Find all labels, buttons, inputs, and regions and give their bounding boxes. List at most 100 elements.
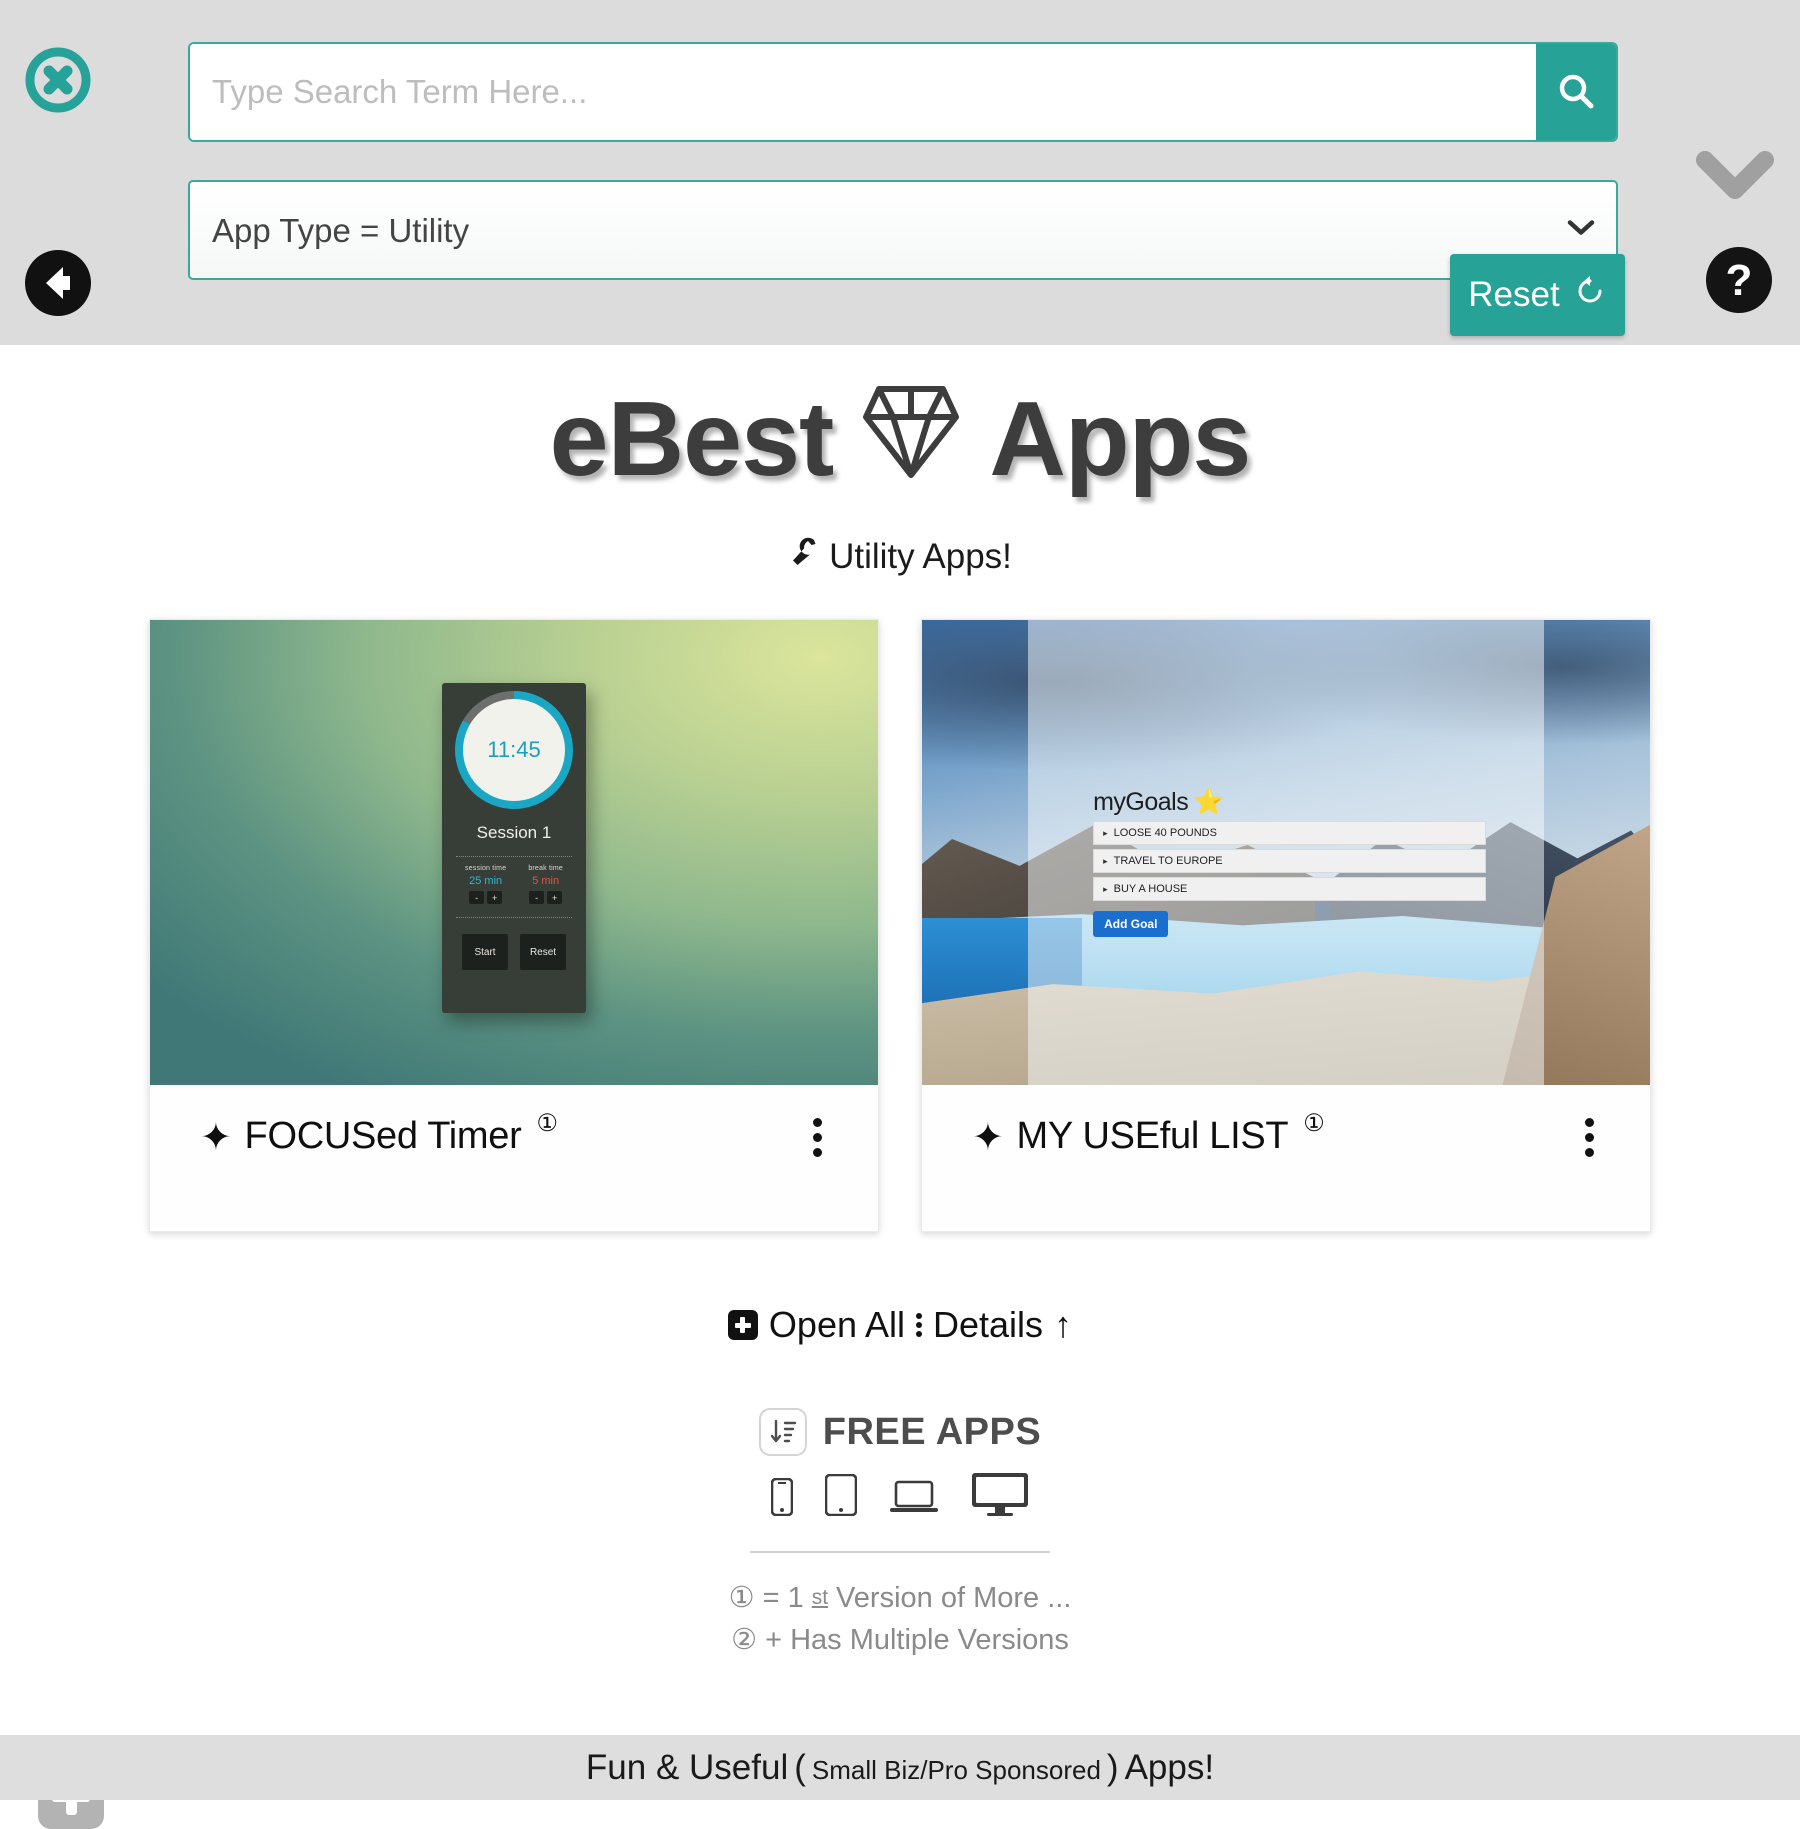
- timer-time: 11:45: [463, 699, 565, 802]
- goal-item: BUY A HOUSE: [1093, 876, 1487, 901]
- brand-title-left: eBest: [549, 380, 835, 498]
- sort-descending-icon[interactable]: [758, 1408, 807, 1457]
- app-title-text: MY USEful LIST: [1016, 1114, 1289, 1157]
- break-time-value: 5 min: [532, 875, 560, 888]
- category-subtitle-text: Utility Apps!: [829, 536, 1012, 576]
- legend-number: 1: [787, 1582, 804, 1615]
- break-time-label: break time: [528, 865, 563, 873]
- timer-reset-button: Reset: [520, 934, 566, 971]
- category-subtitle: Utility Apps!: [0, 536, 1800, 577]
- app-card-list: 11:45 Session 1 session time 25 min - +: [0, 619, 1800, 1233]
- legend-ordinal-suffix: st: [811, 1586, 829, 1610]
- session-time-value: 25 min: [469, 875, 503, 888]
- legend-text-1: Version of More ...: [836, 1582, 1072, 1615]
- search-button[interactable]: [1536, 44, 1616, 140]
- plus-square-icon[interactable]: [727, 1310, 758, 1341]
- legend-text-2: + Has Multiple Versions: [765, 1624, 1069, 1657]
- app-preview-image: 11:45 Session 1 session time 25 min - +: [150, 620, 878, 1086]
- app-preview-image: myGoals ⭐ LOOSE 40 POUNDS TRAVEL TO EURO…: [922, 620, 1650, 1086]
- version-badge: ①: [536, 1109, 558, 1137]
- legend-line-2: ② + Has Multiple Versions: [0, 1619, 1800, 1661]
- wrench-icon: [788, 536, 820, 577]
- add-goal-button: Add Goal: [1093, 910, 1169, 937]
- question-mark-icon[interactable]: ?: [1706, 247, 1772, 313]
- session-minus-button: -: [469, 891, 485, 905]
- close-circle-icon[interactable]: [25, 47, 91, 113]
- page-title: eBest Apps: [0, 377, 1800, 502]
- back-arrow-icon[interactable]: [25, 250, 91, 316]
- goals-widget-preview: myGoals ⭐ LOOSE 40 POUNDS TRAVEL TO EURO…: [1093, 788, 1487, 937]
- timer-session-label: Session 1: [476, 823, 552, 843]
- version-legend: ① = 1 st Version of More ... ② + Has Mul…: [0, 1577, 1800, 1661]
- brand-title-right: Apps: [989, 380, 1251, 498]
- session-time-steppers: - +: [465, 891, 506, 905]
- star-icon: ⭐: [1193, 787, 1224, 816]
- open-all-button[interactable]: Open All: [769, 1304, 905, 1346]
- legend-equals: =: [762, 1582, 780, 1615]
- goal-item: TRAVEL TO EUROPE: [1093, 848, 1487, 873]
- refresh-icon: [1573, 274, 1607, 317]
- app-card-footer: ✦ FOCUSed Timer ①: [150, 1085, 878, 1232]
- divider: [455, 917, 573, 919]
- kebab-menu-icon: [916, 1313, 923, 1338]
- break-time-steppers: - +: [528, 891, 563, 905]
- footer-part-2: Apps!: [1124, 1747, 1215, 1787]
- free-apps-label: FREE APPS: [822, 1410, 1042, 1453]
- break-minus-button: -: [529, 891, 545, 905]
- app-title: ✦ MY USEful LIST ①: [972, 1110, 1325, 1160]
- legend-mark-2: ②: [731, 1624, 758, 1657]
- app-title-text: FOCUSed Timer: [244, 1114, 522, 1157]
- session-time-label: session time: [465, 865, 507, 873]
- footer-part-1: Fun & Useful: [585, 1747, 789, 1787]
- reset-button[interactable]: Reset: [1450, 254, 1625, 336]
- up-arrow-icon[interactable]: ↑: [1054, 1304, 1072, 1346]
- divider: [455, 856, 573, 858]
- timer-start-button: Start: [462, 934, 508, 971]
- app-card-footer: ✦ MY USEful LIST ①: [922, 1085, 1650, 1232]
- star-bullet-icon: ✦: [972, 1116, 1004, 1159]
- goals-title: myGoals ⭐: [1093, 788, 1486, 817]
- device-icon-row: [0, 1472, 1800, 1521]
- footer-paren-close: ): [1106, 1747, 1119, 1787]
- page-footer: Fun & Useful ( Small Biz/Pro Sponsored )…: [0, 1735, 1800, 1800]
- search-input[interactable]: [190, 44, 1536, 140]
- main-content: eBest Apps Utility Apps! 11:45 Session 1…: [0, 345, 1800, 1829]
- top-toolbar: ? App Type = Utility Reset: [0, 0, 1800, 345]
- timer-dial: 11:45: [455, 691, 573, 810]
- search-icon: [1559, 74, 1594, 109]
- star-bullet-icon: ✦: [200, 1116, 232, 1159]
- divider: [750, 1551, 1050, 1554]
- app-type-filter: App Type = Utility: [188, 180, 1618, 280]
- svg-text:?: ?: [1726, 256, 1753, 305]
- footer-sponsor-note: Small Biz/Pro Sponsored: [811, 1754, 1101, 1785]
- footer-text: Fun & Useful ( Small Biz/Pro Sponsored )…: [586, 1748, 1214, 1788]
- tablet-icon: [824, 1473, 858, 1521]
- timer-actions: Start Reset: [462, 934, 566, 971]
- footer-paren-open: (: [794, 1747, 806, 1787]
- version-badge: ①: [1303, 1109, 1325, 1137]
- break-time-column: break time 5 min - +: [528, 865, 563, 905]
- reset-label: Reset: [1468, 275, 1560, 314]
- legend-line-1: ① = 1 st Version of More ...: [0, 1577, 1800, 1619]
- goals-title-text: myGoals: [1093, 787, 1189, 816]
- free-apps-heading: FREE APPS: [0, 1408, 1800, 1457]
- timer-widget-preview: 11:45 Session 1 session time 25 min - +: [442, 683, 586, 1014]
- app-title: ✦ FOCUSed Timer ①: [200, 1110, 558, 1160]
- kebab-menu-icon[interactable]: [1579, 1112, 1600, 1163]
- details-button[interactable]: Details: [933, 1304, 1043, 1346]
- chevron-down-icon[interactable]: [1695, 148, 1775, 204]
- session-plus-button: +: [487, 891, 503, 905]
- legend-mark-1: ①: [728, 1582, 755, 1615]
- app-card[interactable]: 11:45 Session 1 session time 25 min - +: [149, 619, 879, 1233]
- goal-item: LOOSE 40 POUNDS: [1093, 820, 1487, 845]
- app-card[interactable]: myGoals ⭐ LOOSE 40 POUNDS TRAVEL TO EURO…: [921, 619, 1651, 1233]
- kebab-menu-icon[interactable]: [807, 1112, 828, 1163]
- desktop-icon: [971, 1472, 1029, 1521]
- session-time-column: session time 25 min - +: [465, 865, 507, 905]
- mobile-icon: [770, 1477, 794, 1521]
- laptop-icon: [889, 1478, 939, 1521]
- diamond-icon: [861, 377, 961, 502]
- app-type-select[interactable]: App Type = Utility: [188, 180, 1618, 280]
- open-all-details-row: Open All Details ↑: [0, 1304, 1800, 1346]
- search-bar: [188, 42, 1618, 142]
